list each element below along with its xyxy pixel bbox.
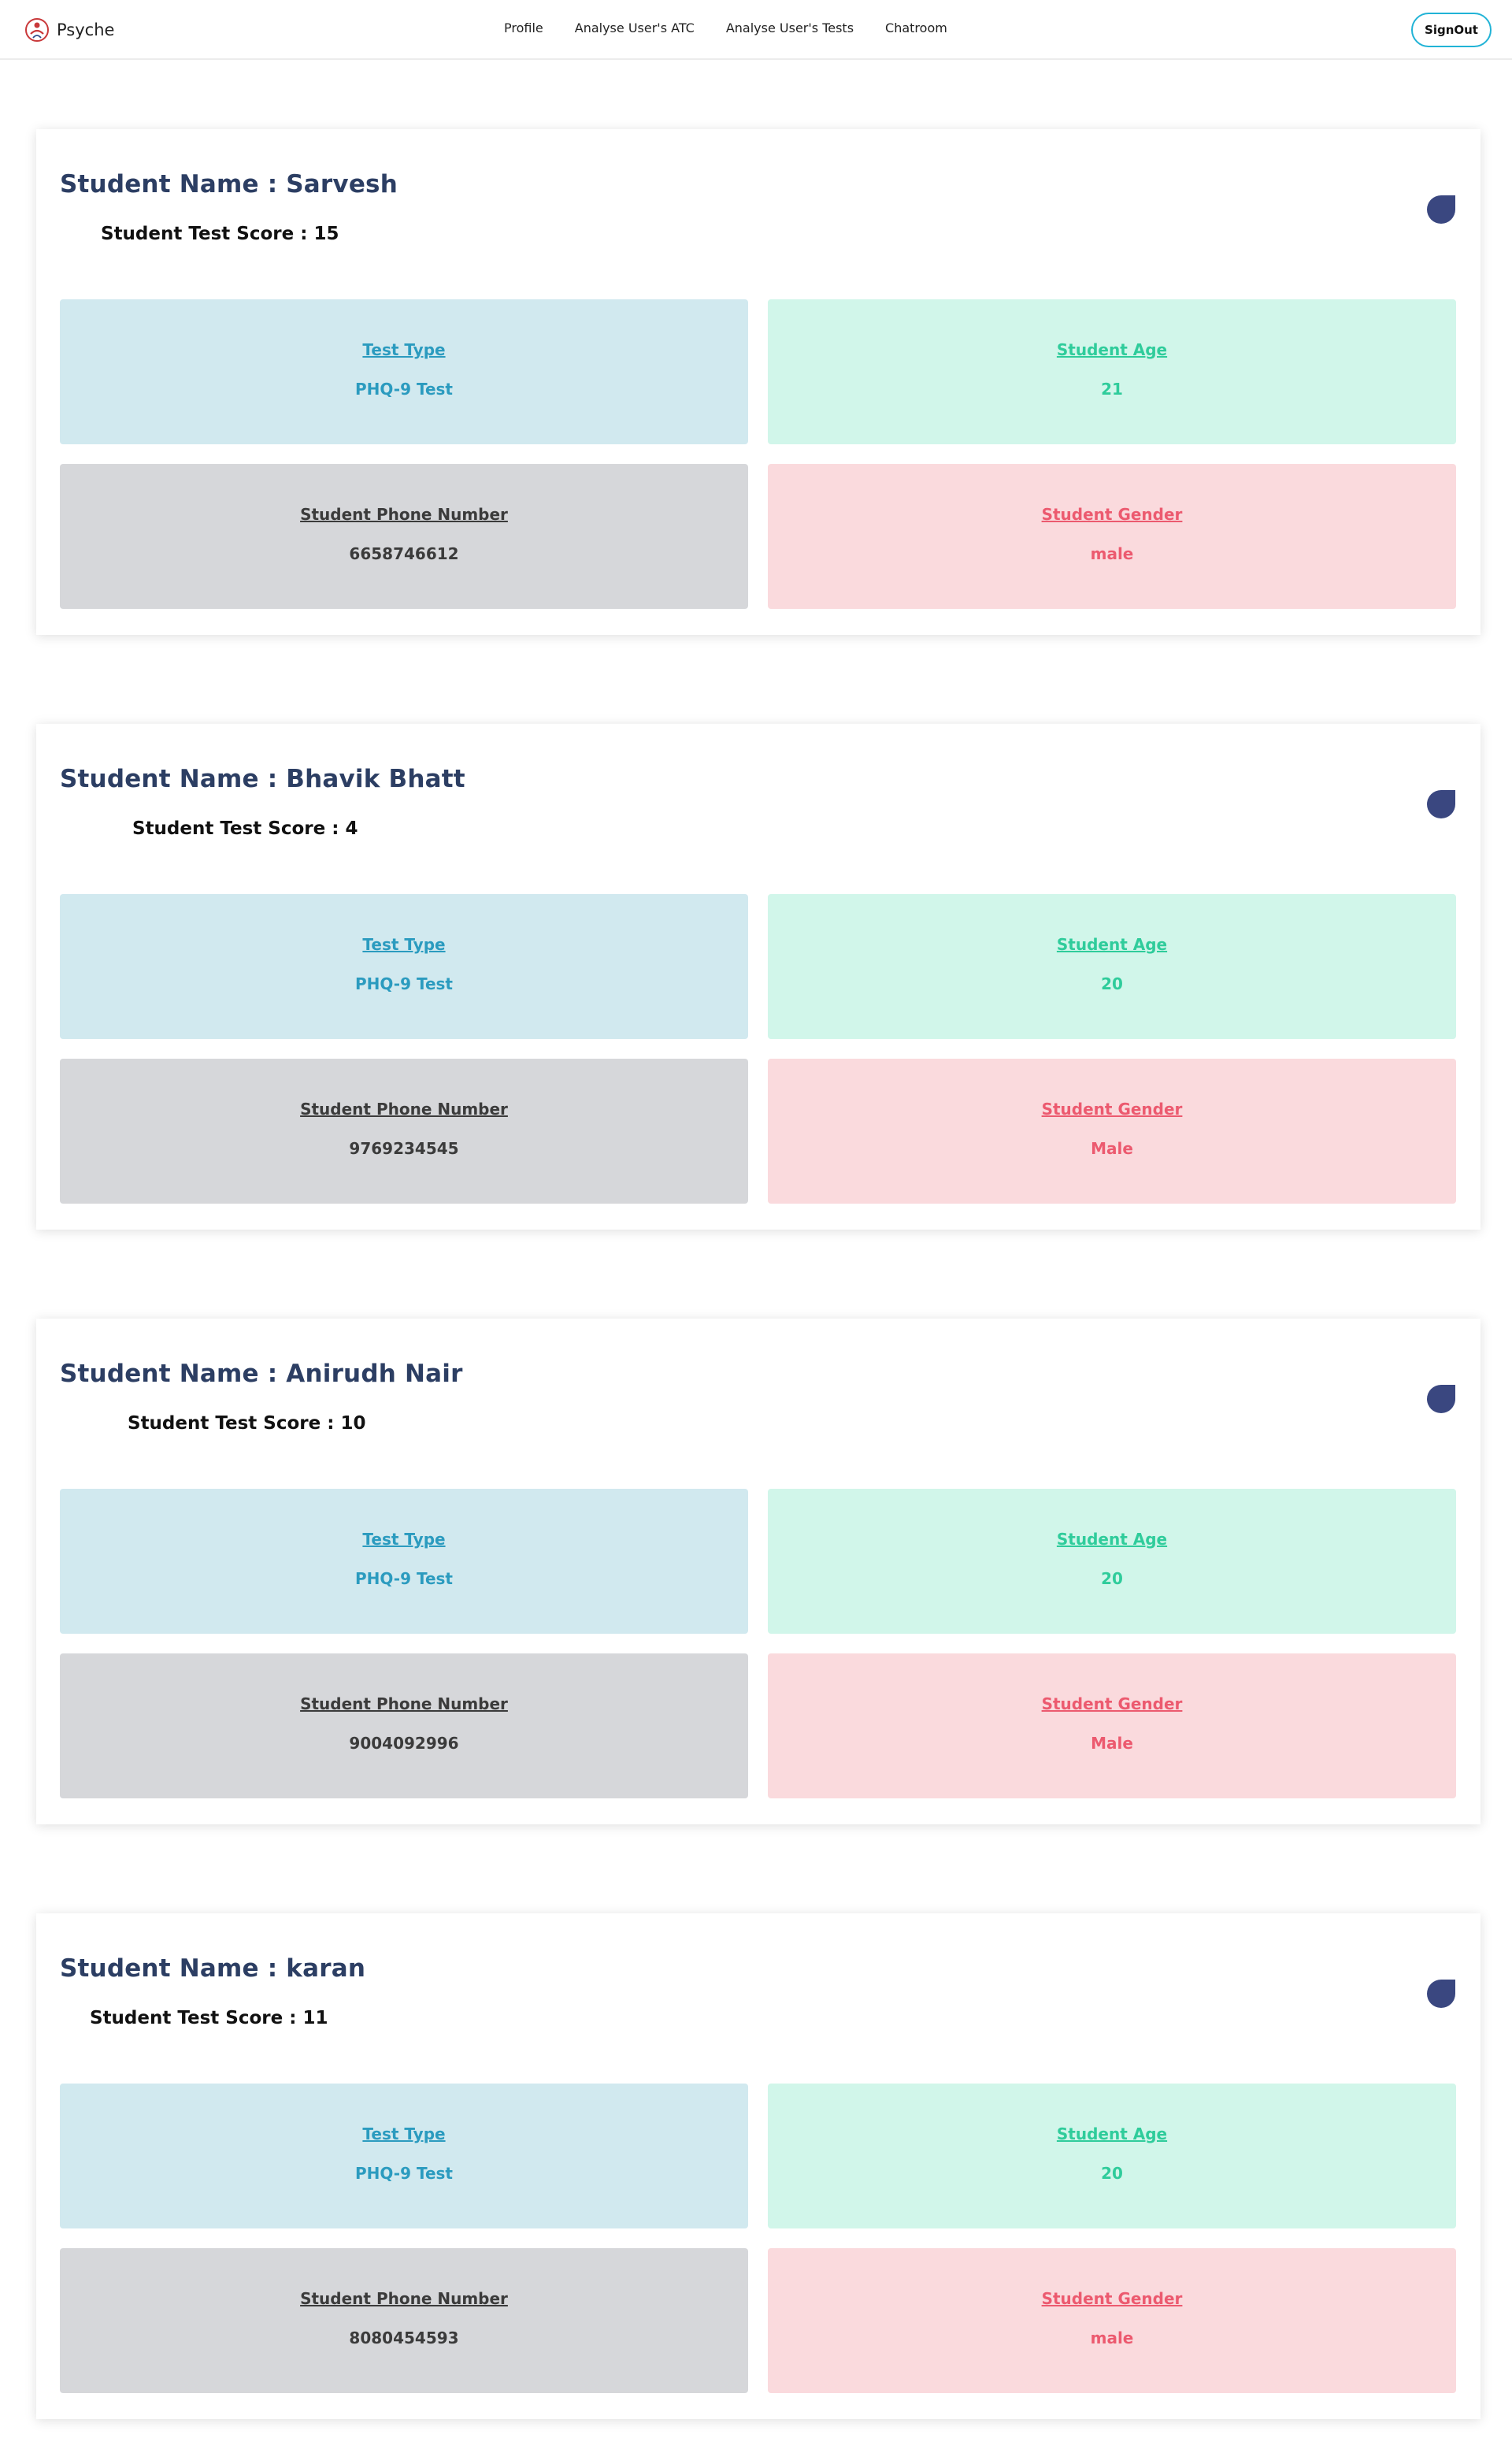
student-age-box: Student Age 21 (768, 299, 1456, 444)
student-gender-label: Student Gender (1041, 1100, 1183, 1119)
student-phone-value: 9769234545 (349, 1139, 459, 1158)
student-card: Student Name : karan Student Test Score … (36, 1913, 1480, 2419)
brand-name: Psyche (57, 20, 115, 39)
test-type-box: Test Type PHQ-9 Test (60, 1489, 748, 1634)
student-age-label: Student Age (1056, 340, 1168, 359)
test-type-box: Test Type PHQ-9 Test (60, 894, 748, 1039)
test-type-label: Test Type (362, 935, 446, 954)
student-phone-value: 9004092996 (349, 1734, 459, 1753)
test-type-value: PHQ-9 Test (355, 1569, 453, 1588)
test-type-label: Test Type (362, 1530, 446, 1549)
test-type-box: Test Type PHQ-9 Test (60, 2084, 748, 2228)
student-name: Student Name : Bhavik Bhatt (60, 765, 465, 793)
student-gender-label: Student Gender (1041, 505, 1183, 524)
student-phone-value: 8080454593 (349, 2329, 459, 2347)
student-gender-value: male (1090, 2329, 1134, 2347)
student-phone-box: Student Phone Number 6658746612 (60, 464, 748, 609)
student-gender-value: Male (1091, 1139, 1133, 1158)
student-age-value: 21 (1101, 380, 1123, 399)
drop-icon[interactable] (1427, 790, 1455, 818)
student-age-box: Student Age 20 (768, 2084, 1456, 2228)
test-type-value: PHQ-9 Test (355, 2164, 453, 2183)
student-test-score: Student Test Score : 10 (128, 1413, 366, 1434)
student-card: Student Name : Sarvesh Student Test Scor… (36, 129, 1480, 635)
student-phone-box: Student Phone Number 9769234545 (60, 1059, 748, 1204)
test-type-label: Test Type (362, 2124, 446, 2143)
test-type-value: PHQ-9 Test (355, 380, 453, 399)
student-age-box: Student Age 20 (768, 1489, 1456, 1634)
drop-icon[interactable] (1427, 1385, 1455, 1413)
test-type-box: Test Type PHQ-9 Test (60, 299, 748, 444)
nav-link-analyse-tests[interactable]: Analyse User's Tests (726, 20, 854, 35)
student-gender-value: male (1090, 544, 1134, 563)
student-age-label: Student Age (1056, 1530, 1168, 1549)
student-age-label: Student Age (1056, 935, 1168, 954)
student-gender-box: Student Gender Male (768, 1653, 1456, 1798)
student-phone-label: Student Phone Number (300, 2289, 508, 2308)
student-gender-box: Student Gender male (768, 2248, 1456, 2393)
student-name: Student Name : karan (60, 1954, 366, 1983)
drop-icon[interactable] (1427, 1980, 1455, 2008)
test-type-value: PHQ-9 Test (355, 974, 453, 993)
student-gender-value: Male (1091, 1734, 1133, 1753)
student-gender-label: Student Gender (1041, 1694, 1183, 1713)
psyche-logo-icon (25, 18, 49, 42)
test-type-label: Test Type (362, 340, 446, 359)
student-card: Student Name : Anirudh Nair Student Test… (36, 1319, 1480, 1824)
brand[interactable]: Psyche (24, 16, 114, 44)
navbar: Psyche Profile Analyse User's ATC Analys… (0, 0, 1512, 60)
student-age-label: Student Age (1056, 2124, 1168, 2143)
nav-link-analyse-atc[interactable]: Analyse User's ATC (575, 20, 695, 35)
student-phone-label: Student Phone Number (300, 505, 508, 524)
student-gender-box: Student Gender male (768, 464, 1456, 609)
student-phone-value: 6658746612 (349, 544, 459, 563)
student-phone-box: Student Phone Number 8080454593 (60, 2248, 748, 2393)
student-name: Student Name : Sarvesh (60, 170, 398, 199)
student-age-box: Student Age 20 (768, 894, 1456, 1039)
student-test-score: Student Test Score : 11 (90, 2008, 328, 2028)
student-card: Student Name : Bhavik Bhatt Student Test… (36, 724, 1480, 1230)
student-age-value: 20 (1101, 974, 1123, 993)
student-gender-label: Student Gender (1041, 2289, 1183, 2308)
student-phone-label: Student Phone Number (300, 1100, 508, 1119)
drop-icon[interactable] (1427, 195, 1455, 224)
student-phone-box: Student Phone Number 9004092996 (60, 1653, 748, 1798)
nav-link-profile[interactable]: Profile (504, 20, 543, 35)
nav-links: Profile Analyse User's ATC Analyse User'… (504, 20, 947, 35)
student-test-score: Student Test Score : 4 (132, 818, 358, 839)
student-name: Student Name : Anirudh Nair (60, 1360, 463, 1388)
student-test-score: Student Test Score : 15 (101, 224, 339, 244)
signout-button[interactable]: SignOut (1411, 13, 1492, 47)
nav-link-chatroom[interactable]: Chatroom (885, 20, 947, 35)
student-gender-box: Student Gender Male (768, 1059, 1456, 1204)
student-age-value: 20 (1101, 1569, 1123, 1588)
student-phone-label: Student Phone Number (300, 1694, 508, 1713)
student-age-value: 20 (1101, 2164, 1123, 2183)
